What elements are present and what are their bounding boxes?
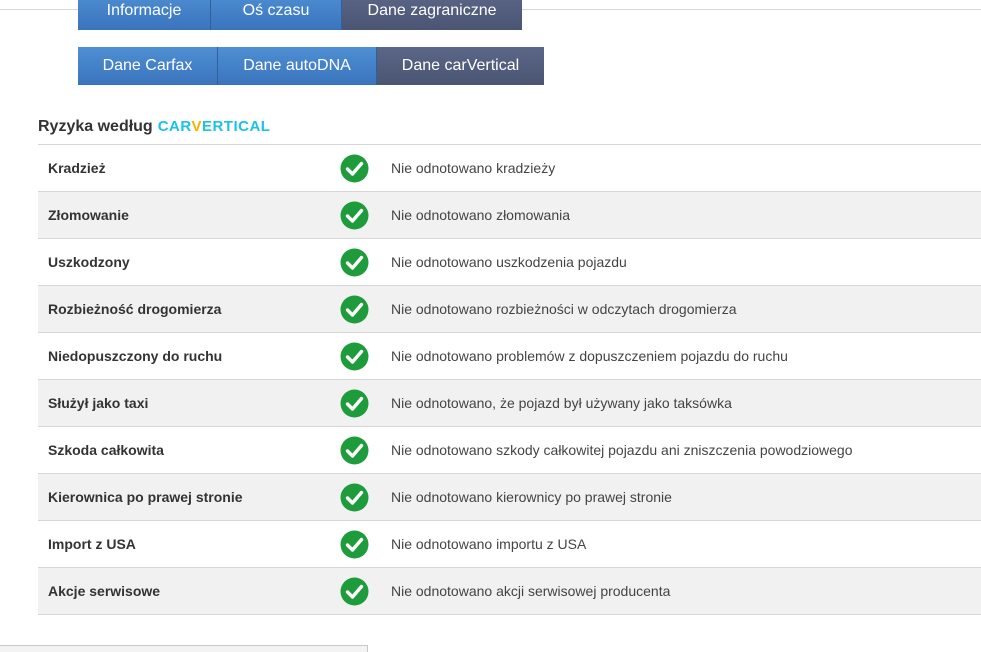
- tab-bar-foreign-data: Dane Carfax Dane autoDNA Dane carVertica…: [78, 47, 544, 85]
- carvertical-logo: CARVERTICAL: [157, 118, 271, 135]
- risk-row: Kierownica po prawej stronie Nie odnotowa…: [38, 474, 981, 521]
- risk-label: Służył jako taxi: [48, 395, 149, 411]
- tab-bar-main: Informacje Oś czasu Dane zagraniczne: [78, 0, 522, 30]
- section-title-text: Ryzyka według: [38, 118, 153, 135]
- risk-row: Import z USA Nie odnotowano importu z USA: [38, 521, 981, 568]
- risk-description: Nie odnotowano uszkodzenia pojazdu: [391, 254, 627, 270]
- check-circle-icon: [340, 154, 369, 183]
- tab-dane-carvertical[interactable]: Dane carVertical: [377, 47, 544, 85]
- risk-description: Nie odnotowano złomowania: [391, 207, 570, 223]
- check-circle-icon: [340, 201, 369, 230]
- risk-label: Akcje serwisowe: [48, 583, 161, 599]
- check-circle-icon: [340, 342, 369, 371]
- tab-dane-carfax[interactable]: Dane Carfax: [78, 47, 218, 85]
- check-circle-icon: [340, 577, 369, 606]
- risk-label: Złomowanie: [48, 207, 129, 223]
- tab-dane-zagraniczne[interactable]: Dane zagraniczne: [342, 0, 522, 30]
- browser-status-bar: [0, 645, 368, 652]
- risk-description: Nie odnotowano kierownicy po prawej stro…: [391, 489, 672, 505]
- risk-label: Kradzież: [48, 160, 106, 176]
- risk-description: Nie odnotowano, że pojazd był używany ja…: [391, 395, 732, 411]
- risk-description: Nie odnotowano kradzieży: [391, 160, 556, 176]
- check-circle-icon: [340, 530, 369, 559]
- risk-description: Nie odnotowano importu z USA: [391, 536, 587, 552]
- check-circle-icon: [340, 483, 369, 512]
- risk-row: Uszkodzony Nie odnotowano uszkodzenia poj…: [38, 239, 981, 286]
- risk-row: Niedopuszczony do ruchu Nie odnotowano pr…: [38, 333, 981, 380]
- check-circle-icon: [340, 436, 369, 465]
- risk-label: Szkoda całkowita: [48, 442, 164, 458]
- risk-row: Kradzież Nie odnotowano kradzieży: [38, 145, 981, 192]
- tab-informacje[interactable]: Informacje: [78, 0, 211, 30]
- risk-label: Uszkodzony: [48, 254, 130, 270]
- risk-description: Nie odnotowano akcji serwisowej producen…: [391, 583, 671, 599]
- risk-description: Nie odnotowano rozbieżności w odczytach …: [391, 301, 737, 317]
- tab-os-czasu[interactable]: Oś czasu: [211, 0, 342, 30]
- risk-row: Złomowanie Nie odnotowano złomowania: [38, 192, 981, 239]
- risk-label: Rozbieżność drogomierza: [48, 301, 222, 317]
- check-circle-icon: [340, 295, 369, 324]
- risk-row: Szkoda całkowita Nie odnotowano szkody ca…: [38, 427, 981, 474]
- risk-table: Kradzież Nie odnotowano kradzieży Złomowan…: [38, 144, 981, 615]
- risk-description: Nie odnotowano problemów z dopuszczeniem…: [391, 348, 788, 364]
- risk-row: Akcje serwisowe Nie odnotowano akcji serw…: [38, 568, 981, 615]
- risk-label: Import z USA: [48, 536, 136, 552]
- risk-description: Nie odnotowano szkody całkowitej pojazdu…: [391, 442, 853, 458]
- check-circle-icon: [340, 389, 369, 418]
- risk-label: Niedopuszczony do ruchu: [48, 348, 223, 364]
- section-title: Ryzyka według CARVERTICAL: [38, 118, 270, 136]
- risk-row: Rozbieżność drogomierza Nie odnotowano ro…: [38, 286, 981, 333]
- risk-row: Służył jako taxi Nie odnotowano, że pojaz…: [38, 380, 981, 427]
- risk-label: Kierownica po prawej stronie: [48, 489, 243, 505]
- check-circle-icon: [340, 248, 369, 277]
- tab-dane-autodna[interactable]: Dane autoDNA: [218, 47, 377, 85]
